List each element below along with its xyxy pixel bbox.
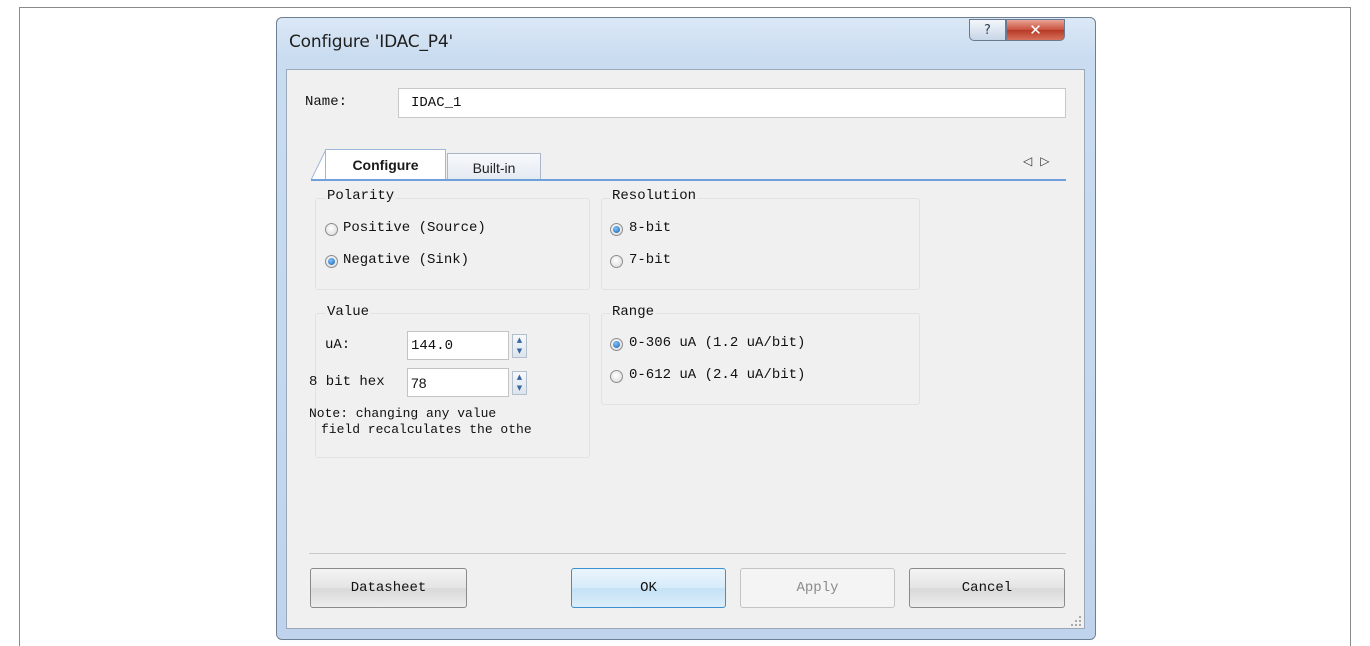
dialog-title: Configure 'IDAC_P4' [289, 32, 453, 52]
tab-configure[interactable]: Configure [325, 149, 446, 180]
datasheet-button[interactable]: Datasheet [310, 568, 467, 608]
polarity-group [315, 198, 590, 290]
title-bar[interactable]: Configure 'IDAC_P4' ? ✕ [277, 18, 1095, 68]
dialog-body: Name: IDAC_1 Configure Built-in ◁▷ Polar… [286, 69, 1085, 629]
ua-input[interactable]: 144.0 [407, 331, 509, 360]
resolution-8bit-label[interactable]: 8-bit [629, 220, 671, 236]
apply-button: Apply [740, 568, 895, 608]
configure-dialog: Configure 'IDAC_P4' ? ✕ Name: IDAC_1 Con… [276, 17, 1096, 640]
ua-spinner[interactable]: ▲ ▼ [512, 334, 527, 358]
polarity-positive-radio[interactable] [325, 223, 338, 236]
spin-up-icon[interactable]: ▲ [513, 335, 526, 346]
spin-down-icon[interactable]: ▼ [513, 383, 526, 394]
range-306-radio[interactable] [610, 338, 623, 351]
resize-grip-icon[interactable] [1071, 616, 1081, 626]
resolution-title: Resolution [610, 188, 699, 204]
resolution-group [601, 198, 920, 290]
tab-strip-underline [311, 179, 1066, 181]
hex-input[interactable]: 78 [407, 368, 509, 397]
value-title: Value [325, 304, 372, 320]
note-line-1: Note: changing any value [309, 406, 497, 421]
tab-built-in[interactable]: Built-in [447, 153, 541, 181]
button-separator [309, 553, 1066, 554]
ua-label: uA: [325, 337, 351, 353]
figure-frame-left [19, 7, 20, 646]
polarity-title: Polarity [325, 188, 397, 204]
resolution-7bit-label[interactable]: 7-bit [629, 252, 671, 268]
figure-frame-top [19, 7, 1351, 8]
resolution-7bit-radio[interactable] [610, 255, 623, 268]
spin-up-icon[interactable]: ▲ [513, 372, 526, 383]
polarity-negative-radio[interactable] [325, 255, 338, 268]
hex-spinner[interactable]: ▲ ▼ [512, 371, 527, 395]
cancel-button[interactable]: Cancel [909, 568, 1065, 608]
close-icon: ✕ [1029, 21, 1042, 39]
spin-down-icon[interactable]: ▼ [513, 346, 526, 357]
hex-label: 8 bit hex [309, 374, 385, 390]
question-icon: ? [984, 22, 991, 38]
ok-button[interactable]: OK [571, 568, 726, 608]
range-612-radio[interactable] [610, 370, 623, 383]
tab-scroll-arrows: ◁▷ [1023, 154, 1057, 168]
figure-frame-right [1350, 7, 1351, 646]
name-input[interactable]: IDAC_1 [398, 88, 1066, 118]
tab-scroll-right-icon[interactable]: ▷ [1040, 154, 1057, 168]
close-button[interactable]: ✕ [1006, 19, 1065, 41]
range-title: Range [610, 304, 657, 320]
range-group [601, 313, 920, 405]
note-line-2: field recalculates the othe [321, 422, 532, 437]
name-label: Name: [305, 94, 348, 110]
range-306-label[interactable]: 0-306 uA (1.2 uA/bit) [629, 335, 805, 351]
polarity-positive-label[interactable]: Positive (Source) [343, 220, 486, 236]
polarity-negative-label[interactable]: Negative (Sink) [343, 252, 469, 268]
tab-scroll-left-icon[interactable]: ◁ [1023, 154, 1040, 168]
range-612-label[interactable]: 0-612 uA (2.4 uA/bit) [629, 367, 805, 383]
resolution-8bit-radio[interactable] [610, 223, 623, 236]
help-button[interactable]: ? [969, 19, 1006, 41]
